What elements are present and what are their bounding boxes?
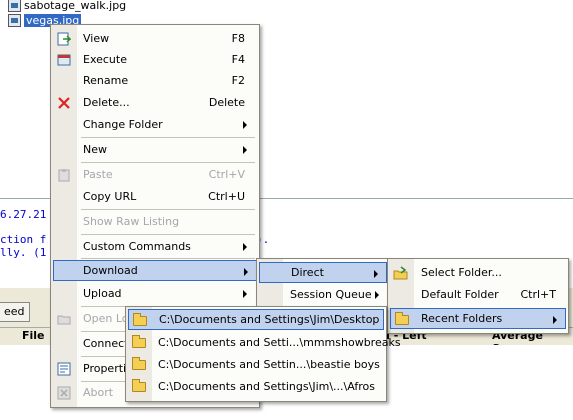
menu-item-rename[interactable]: Rename F2 [53,70,255,91]
menu-item-download[interactable]: Download [53,260,257,281]
menu-item-upload[interactable]: Upload [53,283,255,304]
menu-item-delete[interactable]: Delete... Delete [53,92,255,113]
submenu-arrow-icon [244,268,248,276]
menu-item-new[interactable]: New [53,139,255,160]
menu-separator [81,162,255,163]
column-file[interactable]: File [22,329,45,342]
tab-speed[interactable]: eed [0,302,30,322]
properties-icon [56,361,72,377]
image-file-icon [8,0,21,12]
submenu-arrow-icon [374,270,378,278]
execute-icon [56,52,72,68]
recent-folder-item[interactable]: C:\Documents and Settings\Jim\Desktop [128,309,384,330]
delete-icon [56,95,72,111]
paste-icon [56,167,72,183]
log-ip-fragment: 6.27.21 [0,208,47,221]
select-folder-icon [393,265,409,281]
menu-separator [81,137,255,138]
recent-folder-item[interactable]: C:\Documents and Setti...\mmmshowbreaks [128,332,401,353]
menu-item-copy-url[interactable]: Copy URL Ctrl+U [53,186,255,207]
abort-icon [56,385,72,401]
menu-item-custom-commands[interactable]: Custom Commands [53,236,255,257]
menu-item-show-raw-listing[interactable]: Show Raw Listing [53,211,255,232]
folder-icon [394,312,410,328]
menu-item-execute[interactable]: Execute F4 [53,49,255,70]
folder-icon [131,357,147,373]
menu-item-select-folder[interactable]: Select Folder... [390,262,566,283]
submenu-arrow-icon [243,121,247,129]
menu-item-change-folder[interactable]: Change Folder [53,114,255,135]
file-name: sabotage_walk.jpg [24,0,127,12]
image-file-icon [8,13,21,27]
log-line-1: ction f [0,233,47,246]
log-line-2: lly. (1 [0,246,47,259]
submenu-arrow-icon [243,290,247,298]
folder-icon [132,313,148,329]
recent-folder-item[interactable]: C:\Documents and Settin...\beastie boys [128,354,384,375]
recent-folder-item[interactable]: C:\Documents and Settings\Jim\...\Afros [128,376,384,397]
submenu-arrow-icon [243,243,247,251]
menu-item-session-queue[interactable]: Session Queue [259,284,387,305]
menu-item-recent-folders[interactable]: Recent Folders [390,308,566,329]
menu-separator [81,258,255,259]
submenu-arrow-icon [243,146,247,154]
submenu-arrow-icon [375,291,379,299]
folder-icon [131,335,147,351]
view-icon [56,31,72,47]
menu-item-view[interactable]: View F8 [53,28,255,49]
menu-separator [81,209,255,210]
direct-submenu: Select Folder... Default Folder Ctrl+T R… [387,258,569,334]
recent-folders-submenu: C:\Documents and Settings\Jim\Desktop C:… [125,306,401,402]
download-submenu: Direct Session Queue [256,258,390,310]
menu-item-paste[interactable]: Paste Ctrl+V [53,164,255,185]
submenu-arrow-icon [553,316,557,324]
menu-separator [81,234,255,235]
menu-item-direct[interactable]: Direct [259,262,387,283]
open-folder-icon [56,311,72,327]
folder-icon [131,379,147,395]
menu-item-default-folder[interactable]: Default Folder Ctrl+T [390,284,566,305]
